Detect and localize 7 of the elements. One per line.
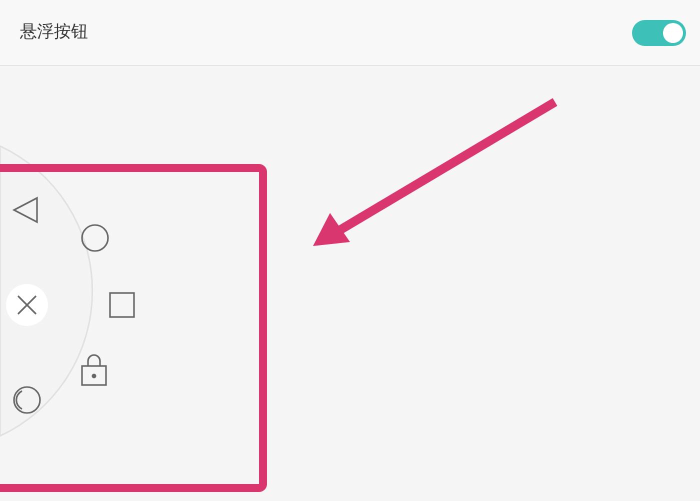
close-icon[interactable] [6, 284, 48, 326]
recent-apps-icon[interactable] [109, 292, 135, 318]
lock-icon[interactable] [81, 354, 107, 386]
home-icon[interactable] [81, 224, 109, 252]
setting-label: 悬浮按钮 [20, 20, 88, 44]
back-icon[interactable] [12, 196, 38, 224]
toggle-switch[interactable] [632, 20, 686, 46]
